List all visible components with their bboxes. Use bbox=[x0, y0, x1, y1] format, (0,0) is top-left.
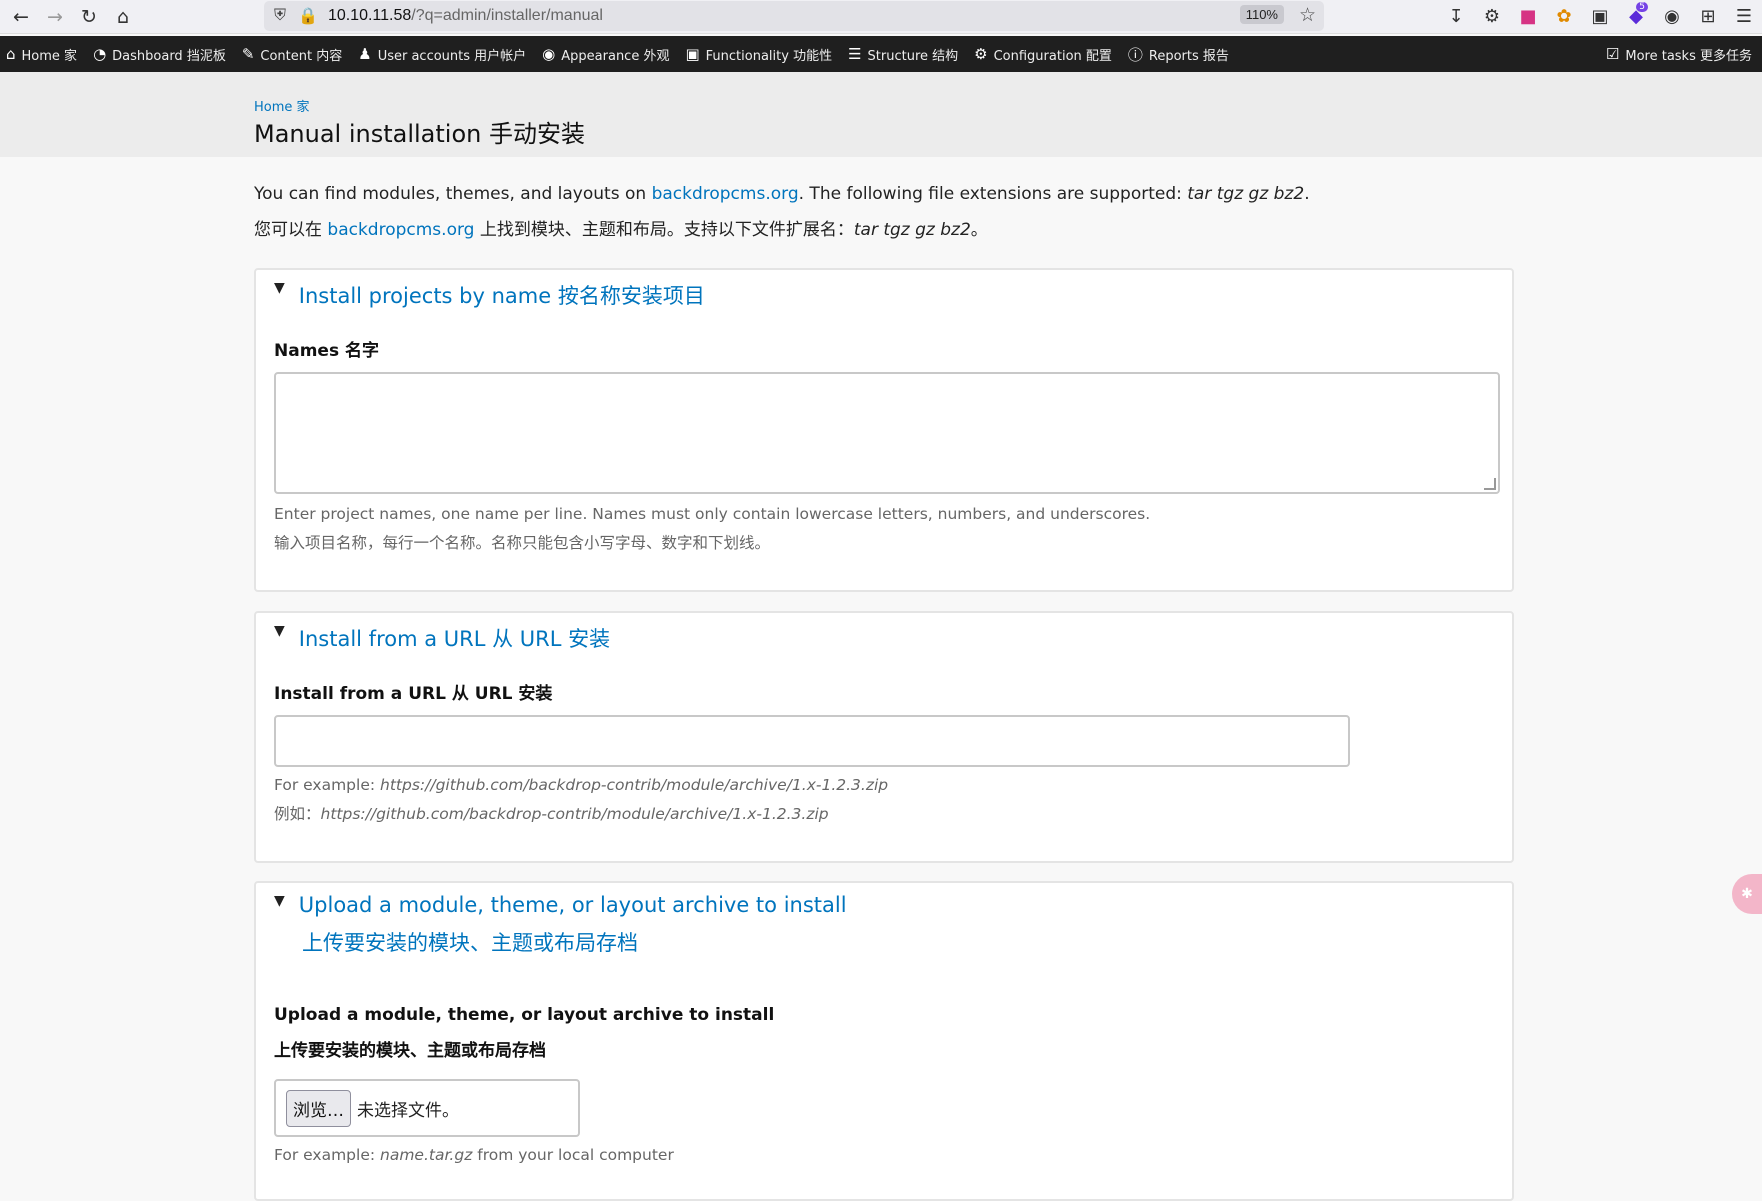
address-bar[interactable]: ⛨ 🔒 10.10.11.58/?q=admin/installer/manua… bbox=[264, 1, 1324, 31]
url-input[interactable] bbox=[274, 715, 1350, 767]
forward-icon[interactable]: → bbox=[38, 2, 72, 32]
file-upload-field[interactable]: 浏览… 未选择文件。 bbox=[274, 1079, 580, 1137]
backdropcms-link[interactable]: backdropcms.org bbox=[652, 184, 799, 204]
admin-item-more-tasks[interactable]: ☑ More tasks 更多任务 bbox=[1600, 36, 1762, 72]
intro-en: You can find modules, themes, and layout… bbox=[254, 184, 1310, 204]
legend-install-from-url[interactable]: ▼ Install from a URL 从 URL 安装 bbox=[274, 623, 610, 653]
puzzle-icon: ▣ bbox=[685, 45, 700, 63]
extension-badge: 5 bbox=[1636, 2, 1648, 12]
upload-description: For example: name.tar.gz from your local… bbox=[274, 1146, 674, 1164]
admin-item-structure[interactable]: ☰ Structure 结构 bbox=[842, 36, 968, 72]
info-icon: ⓘ bbox=[1127, 45, 1143, 64]
admin-item-appearance[interactable]: ◉ Appearance 外观 bbox=[536, 36, 679, 72]
legend-install-by-name[interactable]: ▼ Install projects by name 按名称安装项目 bbox=[274, 280, 705, 310]
crop-icon[interactable]: ⊞ bbox=[1690, 1, 1726, 31]
layers-icon: ☰ bbox=[848, 45, 862, 63]
collapse-triangle-icon: ▼ bbox=[274, 280, 285, 296]
browser-toolbar: ← → ↻ ⌂ ⛨ 🔒 10.10.11.58/?q=admin/install… bbox=[0, 0, 1762, 34]
backdropcms-link-zh[interactable]: backdropcms.org bbox=[327, 220, 474, 240]
cookie-icon[interactable]: ◉ bbox=[1654, 1, 1690, 31]
names-description: Enter project names, one name per line. … bbox=[274, 505, 1151, 552]
back-icon[interactable]: ← bbox=[4, 2, 38, 32]
admin-item-reports[interactable]: ⓘ Reports 报告 bbox=[1122, 36, 1239, 72]
pencil-icon: ✎ bbox=[241, 45, 255, 63]
dark-extension-icon[interactable]: ▣ bbox=[1582, 1, 1618, 31]
fieldset-install-from-url: ▼ Install from a URL 从 URL 安装 Install fr… bbox=[254, 611, 1514, 863]
admin-item-functionality[interactable]: ▣ Functionality 功能性 bbox=[679, 36, 842, 72]
purple-extension-icon[interactable]: ◆ 5 bbox=[1618, 1, 1654, 31]
file-status: 未选择文件。 bbox=[357, 1100, 459, 1121]
dashboard-icon: ◔ bbox=[93, 45, 107, 63]
url-label: Install from a URL 从 URL 安装 bbox=[274, 684, 553, 704]
names-label: Names 名字 bbox=[274, 341, 379, 361]
legend-upload-archive[interactable]: ▼ Upload a module, theme, or layout arch… bbox=[274, 893, 847, 957]
collapse-triangle-icon: ▼ bbox=[274, 893, 285, 909]
url-path: /?q=admin/installer/manual bbox=[411, 7, 603, 24]
reload-icon[interactable]: ↻ bbox=[72, 2, 106, 32]
admin-item-configuration[interactable]: ⚙ Configuration 配置 bbox=[968, 36, 1122, 72]
zoom-level[interactable]: 110% bbox=[1239, 5, 1284, 24]
users-icon: ♟ bbox=[358, 45, 372, 63]
lock-warning-icon[interactable]: 🔒 bbox=[298, 6, 318, 26]
names-textarea[interactable] bbox=[274, 372, 1500, 494]
admin-toolbar: ⌂ Home 家 ◔ Dashboard 挡泥板 ✎ Content 内容 ♟ User… bbox=[0, 36, 1762, 72]
admin-item-dashboard[interactable]: ◔ Dashboard 挡泥板 bbox=[87, 36, 236, 72]
breadcrumb[interactable]: Home 家 bbox=[254, 96, 310, 115]
toolbar-icons: ↧ ⚙ ■ ✿ ▣ ◆ 5 ◉ ⊞ ☰ bbox=[1438, 0, 1762, 32]
bookmark-star-icon[interactable]: ☆ bbox=[1299, 4, 1316, 27]
browse-button[interactable]: 浏览… bbox=[286, 1089, 351, 1127]
fieldset-upload-archive: ▼ Upload a module, theme, or layout arch… bbox=[254, 881, 1514, 1201]
extensions-icon[interactable]: ⚙ bbox=[1474, 1, 1510, 31]
admin-item-user-accounts[interactable]: ♟ User accounts 用户帐户 bbox=[352, 36, 536, 72]
resize-grip-icon[interactable] bbox=[1484, 478, 1496, 490]
page-title: Manual installation 手动安装 bbox=[254, 120, 585, 148]
download-icon[interactable]: ↧ bbox=[1438, 1, 1474, 31]
url-description: For example: https://github.com/backdrop… bbox=[274, 776, 889, 823]
home-icon: ⌂ bbox=[6, 45, 16, 63]
fieldset-install-by-name: ▼ Install projects by name 按名称安装项目 Names… bbox=[254, 268, 1514, 592]
fox-extension-icon[interactable]: ✿ bbox=[1546, 1, 1582, 31]
pink-extension-icon[interactable]: ■ bbox=[1510, 1, 1546, 31]
admin-item-home[interactable]: ⌂ Home 家 bbox=[0, 36, 87, 72]
intro-text: You can find modules, themes, and layout… bbox=[254, 157, 1514, 248]
url-host: 10.10.11.58 bbox=[327, 7, 412, 24]
gear-icon: ⚙ bbox=[974, 45, 988, 63]
admin-item-content[interactable]: ✎ Content 内容 bbox=[236, 36, 352, 72]
collapse-triangle-icon: ▼ bbox=[274, 623, 285, 639]
legend-upload-zh: 上传要安装的模块、主题或布局存档 bbox=[302, 931, 638, 955]
intro-zh: 您可以在 backdropcms.org 上找到模块、主题和布局。支持以下文件扩… bbox=[254, 220, 988, 240]
home-page-icon[interactable]: ⌂ bbox=[106, 2, 140, 32]
clipboard-check-icon: ☑ bbox=[1605, 45, 1620, 63]
menu-icon[interactable]: ☰ bbox=[1726, 1, 1762, 31]
palette-icon: ◉ bbox=[542, 45, 556, 63]
shield-icon[interactable]: ⛨ bbox=[274, 7, 286, 25]
upload-label: Upload a module, theme, or layout archiv… bbox=[274, 1005, 775, 1061]
floating-translate-icon[interactable]: ✱ bbox=[1732, 874, 1762, 914]
